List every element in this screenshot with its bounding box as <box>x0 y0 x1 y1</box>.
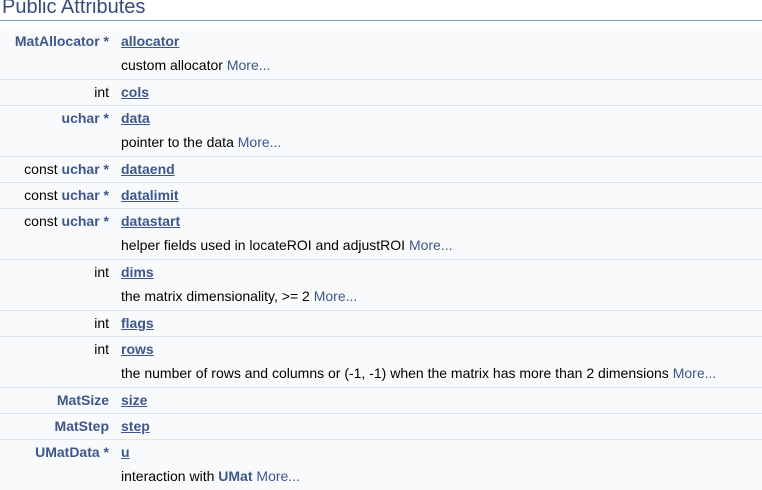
member-row-size: MatSize size <box>0 388 762 413</box>
member-type-cell: MatStep <box>0 414 115 439</box>
member-row-flags: int flags <box>0 311 762 336</box>
more-link[interactable]: More... <box>409 237 453 253</box>
member-name-cell: dataend <box>115 157 762 182</box>
member-link-allocator[interactable]: allocator <box>115 33 179 49</box>
member-link-datalimit[interactable]: datalimit <box>115 187 179 203</box>
member-type: int <box>94 315 109 331</box>
type-link[interactable]: uchar * <box>62 187 109 203</box>
member-table: MatAllocator * allocator custom allocato… <box>0 29 762 490</box>
more-link[interactable]: More... <box>673 365 717 381</box>
member-type: int <box>94 264 109 280</box>
member-name-cell: size <box>115 388 762 413</box>
member-type: int <box>94 84 109 100</box>
more-link[interactable]: More... <box>238 134 282 150</box>
type-link[interactable]: MatStep <box>55 418 109 434</box>
member-row-dataend: const uchar * dataend <box>0 157 762 182</box>
type-qualifier: const <box>24 161 62 177</box>
member-row-allocator: MatAllocator * allocator custom allocato… <box>0 29 762 79</box>
member-name-cell: data pointer to the data More... <box>115 106 762 156</box>
type-link[interactable]: uchar * <box>62 161 109 177</box>
member-description: custom allocator More... <box>121 57 271 73</box>
member-type-cell: int <box>0 260 115 310</box>
member-link-cols[interactable]: cols <box>115 84 149 100</box>
member-name-cell: allocator custom allocator More... <box>115 29 762 79</box>
member-link-flags[interactable]: flags <box>115 315 154 331</box>
member-type: int <box>94 341 109 357</box>
type-qualifier: const <box>24 213 62 229</box>
type-link[interactable]: MatSize <box>57 392 109 408</box>
member-type-cell: int <box>0 311 115 336</box>
section-title: Public Attributes <box>0 0 762 21</box>
more-link[interactable]: More... <box>314 288 358 304</box>
member-link-size[interactable]: size <box>115 392 147 408</box>
member-link-dims[interactable]: dims <box>115 264 154 280</box>
member-row-dims: int dims the matrix dimensionality, >= 2… <box>0 260 762 310</box>
member-type-cell: const uchar * <box>0 157 115 182</box>
umat-link[interactable]: UMat <box>218 468 252 484</box>
member-link-datastart[interactable]: datastart <box>115 213 180 229</box>
member-row-datastart: const uchar * datastart helper fields us… <box>0 209 762 259</box>
type-link[interactable]: uchar * <box>62 110 109 126</box>
member-name-cell: rows the number of rows and columns or (… <box>115 337 762 387</box>
member-row-step: MatStep step <box>0 414 762 439</box>
member-name-cell: dims the matrix dimensionality, >= 2 Mor… <box>115 260 762 310</box>
member-row-rows: int rows the number of rows and columns … <box>0 337 762 387</box>
member-type-cell: MatAllocator * <box>0 29 115 79</box>
member-description: interaction with UMat More... <box>121 468 300 484</box>
member-type-cell: MatSize <box>0 388 115 413</box>
member-type-cell: uchar * <box>0 106 115 156</box>
type-link[interactable]: MatAllocator * <box>15 33 109 49</box>
member-type-cell: const uchar * <box>0 183 115 208</box>
member-link-rows[interactable]: rows <box>115 341 154 357</box>
member-type-cell: const uchar * <box>0 209 115 259</box>
member-description: the matrix dimensionality, >= 2 More... <box>121 288 358 304</box>
member-link-u[interactable]: u <box>115 444 130 460</box>
member-description: pointer to the data More... <box>121 134 282 150</box>
member-name-cell: flags <box>115 311 762 336</box>
member-description: the number of rows and columns or (-1, -… <box>121 365 717 381</box>
member-link-data[interactable]: data <box>115 110 150 126</box>
type-link[interactable]: UMatData * <box>35 444 109 460</box>
member-name-cell: datastart helper fields used in locateRO… <box>115 209 762 259</box>
member-link-dataend[interactable]: dataend <box>115 161 175 177</box>
member-link-step[interactable]: step <box>115 418 150 434</box>
type-link[interactable]: uchar * <box>62 213 109 229</box>
member-row-datalimit: const uchar * datalimit <box>0 183 762 208</box>
member-name-cell: cols <box>115 80 762 105</box>
member-name-cell: datalimit <box>115 183 762 208</box>
more-link[interactable]: More... <box>256 468 300 484</box>
member-description: helper fields used in locateROI and adju… <box>121 237 453 253</box>
more-link[interactable]: More... <box>227 57 271 73</box>
member-type-cell: int <box>0 337 115 387</box>
type-qualifier: const <box>24 187 62 203</box>
member-row-cols: int cols <box>0 80 762 105</box>
member-row-data: uchar * data pointer to the data More... <box>0 106 762 156</box>
member-type-cell: int <box>0 80 115 105</box>
member-name-cell: step <box>115 414 762 439</box>
